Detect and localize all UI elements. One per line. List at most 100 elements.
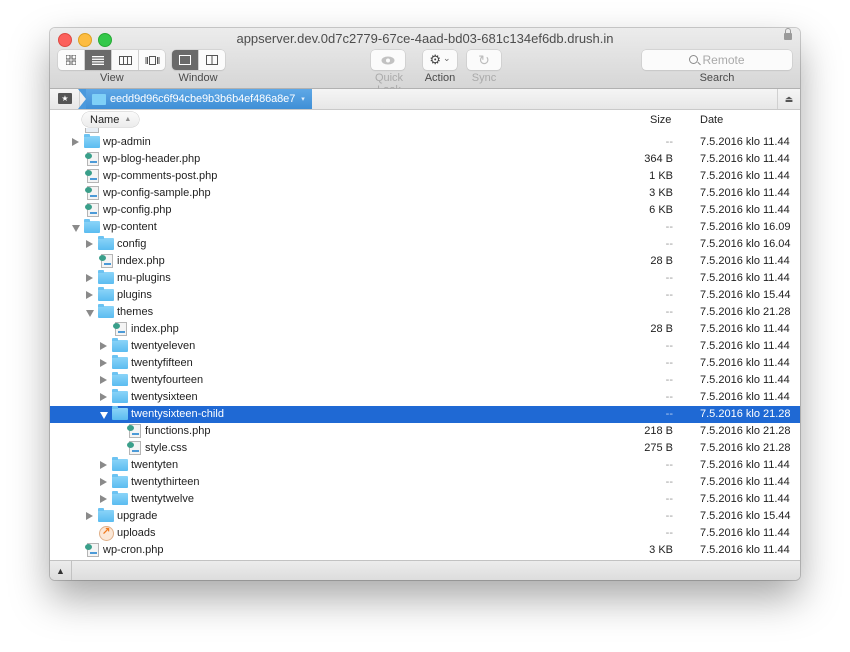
- file-row[interactable]: wp-comments-post.php 1 KB 7.5.2016 klo 11.…: [50, 168, 800, 185]
- folder-row[interactable]: twentyfifteen -- 7.5.2016 klo 11.44: [50, 355, 800, 372]
- item-size: 6 KB: [649, 204, 673, 216]
- file-row[interactable]: wp-blog-header.php 364 B 7.5.2016 klo 11.4…: [50, 151, 800, 168]
- file-row[interactable]: index.php 28 B 7.5.2016 klo 11.44: [50, 253, 800, 270]
- item-size: 364 B: [644, 153, 673, 165]
- list-view-button[interactable]: [85, 50, 112, 70]
- php-file-icon: [99, 254, 113, 268]
- folder-row[interactable]: wp-admin -- 7.5.2016 klo 11.44: [50, 134, 800, 151]
- toggle-panel-button[interactable]: ▲: [50, 561, 72, 580]
- remote-search-field[interactable]: Remote: [642, 50, 792, 70]
- alias-row[interactable]: uploads -- 7.5.2016 klo 11.44: [50, 525, 800, 542]
- disclosure-closed-icon[interactable]: [86, 240, 93, 248]
- folder-row[interactable]: twentythirteen -- 7.5.2016 klo 11.44: [50, 474, 800, 491]
- item-size: --: [665, 357, 673, 369]
- view-label: View: [100, 72, 124, 84]
- file-row[interactable]: index.php 28 B 7.5.2016 klo 11.44: [50, 321, 800, 338]
- favorites-button[interactable]: ★: [58, 93, 72, 104]
- gear-icon: ⚙: [429, 52, 442, 67]
- item-size: 218 B: [644, 425, 673, 437]
- item-name: wp-cron.php: [103, 544, 164, 556]
- file-row[interactable]: wp-config-sample.php 3 KB 7.5.2016 klo 11.…: [50, 185, 800, 202]
- columns-icon: [118, 55, 132, 65]
- item-date: 7.5.2016 klo 21.28: [700, 306, 791, 318]
- dropdown-arrow-icon: ▾: [301, 96, 305, 103]
- size-column-header[interactable]: Size: [650, 114, 671, 126]
- eject-button[interactable]: ⏏: [777, 89, 800, 109]
- file-row[interactable]: wp-config.php 6 KB 7.5.2016 klo 11.44: [50, 202, 800, 219]
- item-size: --: [665, 408, 673, 420]
- item-name: twentysixteen: [131, 391, 198, 403]
- folder-row[interactable]: twentyten -- 7.5.2016 klo 11.44: [50, 457, 800, 474]
- folder-row[interactable]: wp-content -- 7.5.2016 klo 16.09: [50, 219, 800, 236]
- folder-row[interactable]: plugins -- 7.5.2016 klo 15.44: [50, 287, 800, 304]
- item-name: config: [117, 238, 147, 250]
- item-size: --: [665, 238, 673, 250]
- file-row[interactable]: functions.php 218 B 7.5.2016 klo 21.28: [50, 423, 800, 440]
- disclosure-closed-icon[interactable]: [86, 274, 93, 282]
- folder-row[interactable]: twentyeleven -- 7.5.2016 klo 11.44: [50, 338, 800, 355]
- disclosure-open-icon[interactable]: [72, 225, 80, 232]
- disclosure-closed-icon[interactable]: [100, 461, 107, 469]
- item-date: 7.5.2016 klo 15.44: [700, 289, 791, 301]
- cover-flow-icon: [145, 55, 159, 65]
- item-size: --: [665, 272, 673, 284]
- dual-pane-icon: [206, 55, 218, 65]
- disclosure-open-icon[interactable]: [86, 310, 94, 317]
- disclosure-closed-icon[interactable]: [100, 342, 107, 350]
- item-name: functions.php: [145, 425, 211, 437]
- folder-row[interactable]: twentysixteen -- 7.5.2016 klo 11.44: [50, 389, 800, 406]
- folder-row[interactable]: mu-plugins -- 7.5.2016 klo 11.44: [50, 270, 800, 287]
- list-icon: [92, 55, 104, 65]
- folder-row[interactable]: themes -- 7.5.2016 klo 21.28: [50, 304, 800, 321]
- folder-icon: [98, 236, 114, 250]
- php-file-icon: [85, 169, 99, 183]
- action-button[interactable]: ⚙ ⌄: [423, 50, 457, 70]
- php-file-icon: [85, 543, 99, 557]
- icon-view-button[interactable]: [58, 50, 85, 70]
- disclosure-closed-icon[interactable]: [86, 291, 93, 299]
- disclosure-closed-icon[interactable]: [100, 478, 107, 486]
- window-label: Window: [178, 72, 218, 84]
- window-mode-segmented-control: [172, 50, 225, 70]
- folder-row[interactable]: twentyfourteen -- 7.5.2016 klo 11.44: [50, 372, 800, 389]
- item-date: 7.5.2016 klo 11.44: [700, 136, 790, 148]
- path-crumb-current[interactable]: eedd9d96c6f94cbe9b3b6b4ef486a8e7 ▾: [78, 89, 312, 109]
- disclosure-closed-icon[interactable]: [100, 393, 107, 401]
- item-size: --: [665, 493, 673, 505]
- item-date: 7.5.2016 klo 11.44: [700, 323, 790, 335]
- folder-row[interactable]: twentysixteen-child -- 7.5.2016 klo 21.28: [50, 406, 800, 423]
- folder-row[interactable]: config -- 7.5.2016 klo 16.04: [50, 236, 800, 253]
- cover-flow-view-button[interactable]: [139, 50, 165, 70]
- item-size: 275 B: [644, 442, 673, 454]
- disclosure-closed-icon[interactable]: [72, 138, 79, 146]
- item-size: --: [665, 391, 673, 403]
- item-name: wp-config-sample.php: [103, 187, 211, 199]
- folder-row[interactable]: twentytwelve -- 7.5.2016 klo 11.44: [50, 491, 800, 508]
- single-pane-button[interactable]: [172, 50, 199, 70]
- disclosure-closed-icon[interactable]: [100, 376, 107, 384]
- folder-icon: [112, 355, 128, 369]
- column-view-button[interactable]: [112, 50, 139, 70]
- item-date: 7.5.2016 klo 11.44: [700, 170, 790, 182]
- item-name: upgrade: [117, 510, 158, 522]
- lock-icon: [784, 28, 792, 40]
- item-name: index.php: [131, 323, 179, 335]
- disclosure-open-icon[interactable]: [100, 412, 108, 419]
- name-column-header[interactable]: Name ▲: [82, 112, 140, 127]
- file-list: wp-admin -- 7.5.2016 klo 11.44 wp-blog-head…: [50, 128, 800, 560]
- action-label: Action: [424, 72, 456, 84]
- window-title: appserver.dev.0d7c2779-67ce-4aad-bd03-68…: [236, 31, 614, 46]
- disclosure-closed-icon[interactable]: [86, 512, 93, 520]
- date-column-header[interactable]: Date: [700, 114, 723, 126]
- sync-button[interactable]: ↻: [467, 50, 501, 70]
- quick-look-button[interactable]: [371, 50, 405, 70]
- item-date: 7.5.2016 klo 11.44: [700, 153, 790, 165]
- file-row[interactable]: wp-cron.php 3 KB 7.5.2016 klo 11.44: [50, 542, 800, 559]
- disclosure-closed-icon[interactable]: [100, 359, 107, 367]
- file-row[interactable]: style.css 275 B 7.5.2016 klo 21.28: [50, 440, 800, 457]
- search-placeholder: Remote: [702, 53, 745, 67]
- disclosure-closed-icon[interactable]: [100, 495, 107, 503]
- folder-row[interactable]: upgrade -- 7.5.2016 klo 15.44: [50, 508, 800, 525]
- item-date: 7.5.2016 klo 11.44: [700, 255, 790, 267]
- dual-pane-button[interactable]: [199, 50, 225, 70]
